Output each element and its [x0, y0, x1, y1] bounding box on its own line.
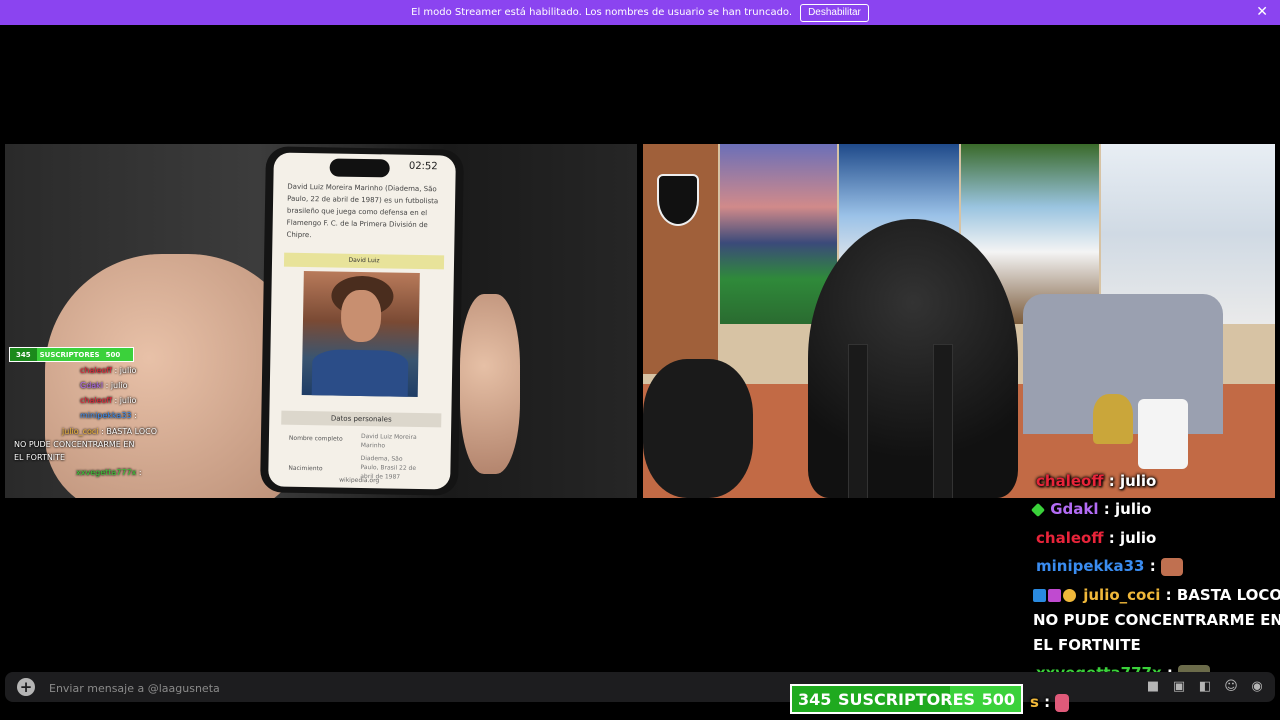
sub-goal: 500	[981, 689, 1015, 709]
gif-icon[interactable]: ▣	[1171, 679, 1187, 695]
wiki-infobox-title: David Luiz	[283, 252, 445, 270]
close-icon[interactable]: ✕	[1256, 4, 1268, 20]
overlay-chat-line: Gdakl : julio	[80, 381, 128, 390]
chat-line: s :	[1030, 693, 1070, 712]
disable-streamer-mode-button[interactable]: Deshabilitar	[800, 3, 869, 22]
emote-rocket-icon	[1055, 693, 1070, 712]
sub-badge-icon	[1030, 502, 1046, 517]
chat-line: chaleoff : julio	[1036, 529, 1157, 547]
backpack	[643, 359, 753, 498]
overlay-chat-line: minipekka33 :	[80, 411, 137, 420]
chat-line: minipekka33 :	[1036, 557, 1183, 576]
prime-badge-icon	[1033, 589, 1046, 602]
hand-fingers-image	[460, 294, 520, 474]
overlay-chat-line: julio_coci : BASTA LOCO	[62, 427, 158, 436]
message-input[interactable]	[47, 679, 651, 697]
sub-goal-bar: 345 SUSCRIPTORES 500	[790, 684, 1023, 714]
gift-icon[interactable]: ■	[1145, 679, 1161, 695]
photo-face	[340, 289, 382, 343]
phone-image: 02:52 David Luiz Moreira Marinho (Diadem…	[259, 146, 465, 496]
sticker-icon[interactable]: ◧	[1197, 679, 1213, 695]
wiki-section-title: Datos personales	[281, 410, 442, 428]
phone-screen: 02:52 David Luiz Moreira Marinho (Diadem…	[268, 152, 456, 490]
chat-line: Gdakl : julio	[1030, 500, 1151, 518]
overlay-chat-line: chaleoff : julio	[80, 366, 137, 375]
sub-label: SUSCRIPTORES	[837, 689, 976, 709]
chat-line: julio_coci : BASTA LOCO	[1033, 586, 1280, 604]
overlay-chat-line: xxvegetta777x :	[76, 468, 142, 477]
bits-badge-icon	[1063, 589, 1076, 602]
phone-url: wikipedia.org	[339, 476, 380, 485]
overlay-chat-line: chaleoff : julio	[80, 396, 137, 405]
club-shield-icon	[657, 174, 699, 226]
chat-line: chaleoff : julio	[1036, 472, 1157, 490]
chair-strap	[933, 344, 953, 498]
wiki-row-label: Nacimiento	[288, 464, 323, 473]
trophy	[1093, 394, 1133, 444]
message-tools: ■ ▣ ◧ ☺ ◉	[1145, 679, 1265, 695]
sub-count-small: 345	[16, 350, 31, 359]
gaming-chair	[808, 219, 1018, 498]
chat-line: NO PUDE CONCENTRARME EN	[1033, 611, 1280, 629]
overlay-chat-line: EL FORTNITE	[14, 453, 66, 462]
phone-clock: 02:52	[408, 160, 438, 173]
emoji-icon[interactable]: ☺	[1223, 679, 1239, 695]
chat-line: EL FORTNITE	[1033, 636, 1141, 654]
photo-shirt	[311, 349, 409, 397]
paper-roll	[1138, 399, 1188, 469]
sub-goal-fill-small: 345	[10, 348, 37, 361]
streamer-mode-banner: El modo Streamer está habilitado. Los no…	[0, 0, 1280, 25]
sub-goal-small: 500	[105, 350, 121, 359]
wiki-row-value: David Luiz Moreira Marinho	[360, 433, 417, 450]
sub-label-small: SUSCRIPTORES	[39, 350, 100, 359]
add-attachment-icon[interactable]: +	[17, 678, 35, 696]
chair-strap	[848, 344, 868, 498]
emote-face-icon	[1160, 557, 1183, 576]
overlay-chat-line: NO PUDE CONCENTRARME EN	[14, 440, 135, 449]
stream-pane-right[interactable]	[643, 144, 1275, 498]
message-bar: + ■ ▣ ◧ ☺ ◉	[5, 672, 1275, 702]
sub-count: 345	[798, 689, 832, 709]
wiki-paragraph: David Luiz Moreira Marinho (Diadema, São…	[286, 182, 439, 240]
gift-badge-icon	[1048, 589, 1061, 602]
banner-text: El modo Streamer está habilitado. Los no…	[411, 7, 793, 18]
apps-icon[interactable]: ◉	[1249, 679, 1265, 695]
sub-goal-bar-small: 345 SUSCRIPTORES 500	[9, 347, 134, 362]
wiki-row-label: Nombre completo	[288, 434, 343, 443]
player-photo	[301, 270, 420, 397]
phone-notch	[329, 158, 390, 178]
